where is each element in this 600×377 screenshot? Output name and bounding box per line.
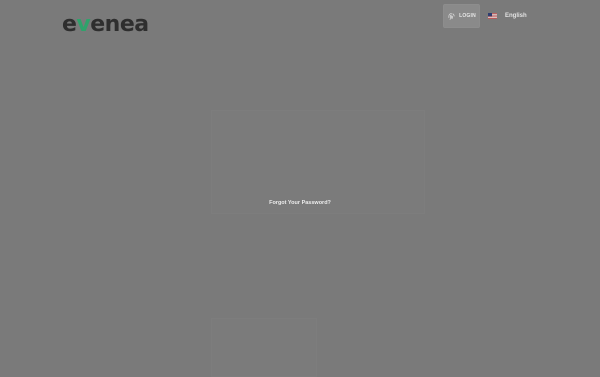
language-selector[interactable]: English bbox=[488, 10, 527, 22]
login-form-panel bbox=[211, 110, 425, 214]
login-button[interactable]: LOGIN bbox=[443, 4, 480, 28]
fingerprint-icon bbox=[447, 12, 456, 21]
logo-text-v: v bbox=[76, 11, 91, 37]
logo-text-rest: enea bbox=[90, 11, 149, 37]
login-label: LOGIN bbox=[459, 13, 476, 19]
us-flag-icon bbox=[488, 13, 497, 19]
language-label: English bbox=[505, 13, 527, 19]
forgot-password-link[interactable]: Forgot Your Password? bbox=[0, 200, 600, 206]
evenea-logo[interactable]: e v enea bbox=[62, 10, 149, 38]
logo-text-e: e bbox=[62, 11, 77, 37]
footer-ghost-panel bbox=[211, 318, 317, 377]
